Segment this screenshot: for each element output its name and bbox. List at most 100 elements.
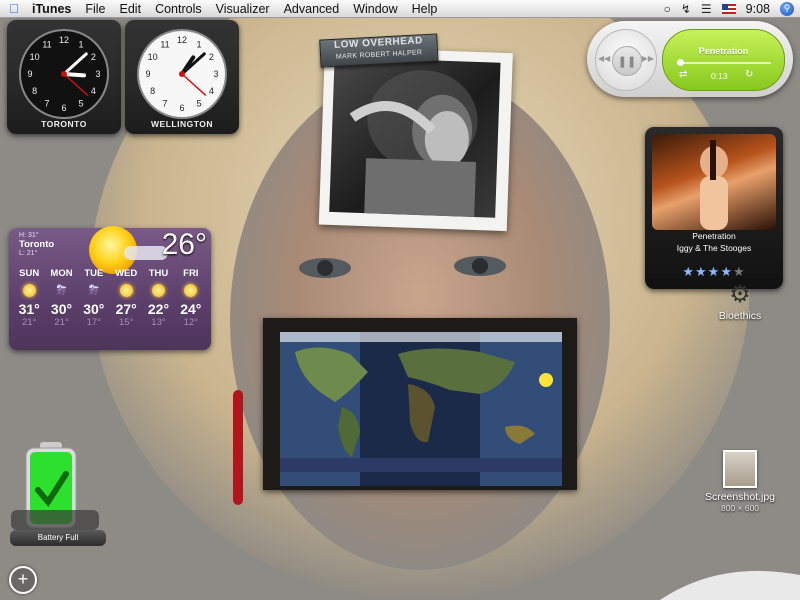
itunes-display: Penetration ⇄ 0:13 ↻: [662, 29, 785, 91]
clock-numeral: 8: [32, 86, 37, 96]
clock-widget-toronto[interactable]: PM 12 12 3 45 6 789 1011 TORONTO: [7, 20, 121, 134]
forecast-day-name: WED: [115, 268, 138, 279]
clock-numeral: 6: [61, 103, 66, 113]
world-clock-map-widget[interactable]: [263, 318, 577, 490]
previous-track-icon[interactable]: ◀◀: [598, 54, 610, 63]
volume-dial[interactable]: ◀◀ ❚❚ ▶▶: [595, 29, 657, 91]
clock-city-label: TORONTO: [41, 119, 87, 129]
progress-knob[interactable]: [676, 59, 684, 66]
desktop-icon-bioethics[interactable]: ⚙ Bioethics: [712, 280, 768, 322]
forecast-day-name: TUE: [84, 268, 104, 279]
now-playing-widget[interactable]: Penetration Iggy & The Stooges ★★★★★: [645, 127, 783, 289]
weather-widget[interactable]: H: 31° Toronto L: 21° 26° SUN 31° 21° MON ⛈ 3…: [9, 226, 211, 350]
forecast-high: 22°: [147, 301, 170, 317]
pause-button[interactable]: ❚❚: [612, 46, 642, 76]
forecast-day-name: MON: [50, 268, 73, 279]
menu-edit[interactable]: Edit: [113, 2, 149, 16]
forecast-high: 30°: [50, 301, 73, 317]
star-filled-icon[interactable]: ★: [682, 264, 695, 279]
chat-icon[interactable]: ○: [664, 2, 671, 16]
photo-widget[interactable]: LOW OVERHEAD MARK ROBERT HALPER: [318, 33, 521, 234]
star-filled-icon[interactable]: ★: [720, 264, 733, 279]
clock-face: PM 12 12 3 45 6 789 1011: [137, 28, 227, 119]
battery-icon: [11, 442, 99, 530]
clock-numeral: 3: [213, 69, 218, 79]
menu-visualizer[interactable]: Visualizer: [209, 2, 277, 16]
storm-icon: ⛈: [88, 282, 100, 297]
clock-numeral: 11: [160, 40, 169, 50]
clock-widget-wellington[interactable]: PM 12 12 3 45 6 789 1011 WELLINGTON: [125, 20, 239, 134]
elapsed-time: 0:13: [711, 71, 728, 81]
script-icon[interactable]: ↯: [681, 2, 691, 16]
spotlight-icon[interactable]: ⚲: [780, 1, 794, 16]
photo-frame: [318, 46, 513, 232]
forecast-low: 17°: [86, 317, 101, 328]
ampm-label: PM: [177, 28, 188, 29]
menu-advanced[interactable]: Advanced: [277, 2, 347, 16]
clock-numeral: 2: [209, 52, 214, 62]
weather-forecast: SUN 31° 21° MON ⛈ 30° 21° TUE ⛈ 30° 17° WED 27° 15° TH…: [13, 268, 207, 328]
desktop-icon-label: Bioethics: [718, 310, 762, 322]
gear-icon: ⚙: [729, 281, 751, 308]
shuffle-icon[interactable]: ⇄: [679, 69, 687, 80]
map-bottom-band: [280, 458, 562, 472]
menu-controls[interactable]: Controls: [148, 2, 209, 16]
plus-icon: +: [17, 569, 29, 589]
sun-icon: [110, 279, 142, 301]
portrait-photo: [329, 56, 501, 218]
star-empty-icon[interactable]: ★: [733, 264, 746, 279]
sun-icon: [142, 279, 174, 301]
clock-numeral: 12: [177, 35, 187, 45]
sun-icon: [175, 279, 207, 301]
clock-numeral: 6: [179, 103, 184, 113]
forecast-low: 12°: [183, 317, 198, 328]
app-menu[interactable]: iTunes: [28, 2, 78, 16]
clock-face: PM 12 12 3 45 6 789 1011: [19, 28, 109, 119]
next-track-icon[interactable]: ▶▶: [642, 54, 654, 63]
weather-low: L: 21°: [19, 250, 38, 257]
desktop-icon-screenshot[interactable]: Screenshot.jpg 800 × 600: [698, 450, 782, 513]
rating-stars[interactable]: ★★★★★: [645, 264, 783, 280]
star-filled-icon[interactable]: ★: [695, 264, 708, 279]
forecast-day: MON ⛈ 30° 21°: [45, 268, 77, 328]
menu-help[interactable]: Help: [405, 2, 445, 16]
wifi-icon[interactable]: ☰: [701, 2, 712, 16]
clock-numeral: 10: [30, 52, 40, 62]
forecast-day: THU 22° 13°: [142, 268, 174, 328]
forecast-day: WED 27° 15°: [110, 268, 142, 328]
album-art: [652, 134, 776, 230]
star-filled-icon[interactable]: ★: [708, 264, 721, 279]
clock-numeral: 5: [78, 98, 83, 108]
clock-numeral: 4: [209, 86, 214, 96]
forecast-high: 27°: [115, 301, 137, 317]
forecast-high: 31°: [18, 301, 40, 317]
sun-icon: [13, 279, 45, 301]
itunes-widget[interactable]: ◀◀ ❚❚ ▶▶ Penetration ⇄ 0:13 ↻: [587, 21, 793, 97]
forecast-day: TUE ⛈ 30° 17°: [78, 268, 110, 328]
battery-widget[interactable]: Battery Full: [8, 438, 108, 546]
clock-numeral: 9: [27, 69, 32, 79]
forecast-low: 13°: [151, 317, 166, 328]
add-widget-button[interactable]: +: [9, 566, 37, 594]
pause-icon: ❚❚: [617, 55, 637, 68]
clock-numeral: 11: [42, 40, 51, 50]
battery-status-label: Battery Full: [10, 530, 106, 546]
menu-file[interactable]: File: [78, 2, 112, 16]
weather-temperature: 26°: [161, 228, 207, 261]
menu-window[interactable]: Window: [346, 2, 404, 16]
forecast-high: 24°: [180, 301, 202, 317]
progress-track[interactable]: [677, 62, 771, 64]
now-playing-artist: Iggy & The Stooges: [676, 243, 752, 253]
desktop-icon-label: Screenshot.jpg: [704, 491, 776, 503]
clock-numeral: 7: [162, 98, 167, 108]
now-playing-title: Penetration: [692, 231, 736, 241]
apple-menu-icon[interactable]: : [0, 1, 28, 16]
image-thumbnail-icon: [723, 450, 757, 488]
clock-numeral: 4: [91, 86, 96, 96]
repeat-icon[interactable]: ↻: [745, 69, 753, 80]
menubar-clock[interactable]: 9:08: [746, 2, 770, 16]
flag-icon[interactable]: [721, 3, 736, 14]
weather-current: H: 31° Toronto L: 21°: [19, 231, 54, 258]
clock-numeral: 10: [148, 52, 158, 62]
menu-bar:  iTunes File Edit Controls Visualizer A…: [0, 0, 800, 18]
